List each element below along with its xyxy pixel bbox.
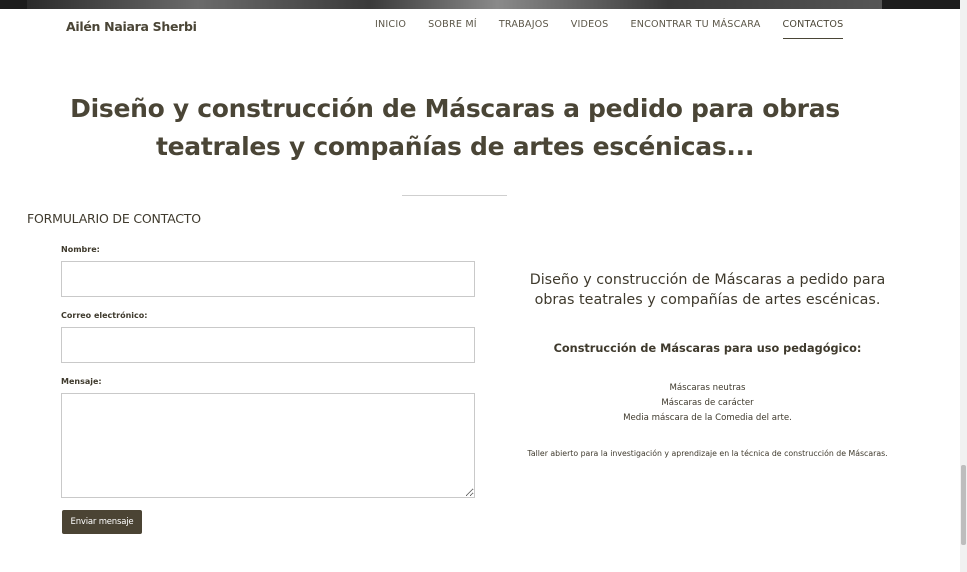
banner-image	[27, 0, 882, 9]
contact-form-heading: FORMULARIO DE CONTACTO	[27, 211, 201, 226]
list-item: Media máscara de la Comedia del arte.	[623, 413, 792, 423]
site-brand[interactable]: Ailén Naiara Sherbi	[66, 19, 197, 34]
page-title-line-1: Diseño y construcción de Máscaras a pedi…	[70, 94, 840, 123]
page-title: Diseño y construcción de Máscaras a pedi…	[40, 90, 870, 166]
scrollbar-thumb[interactable]	[961, 465, 966, 545]
list-item: Máscaras neutras	[669, 383, 746, 393]
nav-contactos[interactable]: CONTACTOS	[782, 19, 844, 39]
message-field[interactable]	[61, 393, 475, 498]
main-nav: INICIO SOBRE MÍ TRABAJOS VIDEOS ENCONTRA…	[375, 19, 844, 39]
side-title-line-1: Diseño y construcción de Máscaras a pedi…	[529, 272, 886, 288]
header-banner-strip	[0, 0, 967, 9]
list-item: Máscaras de carácter	[661, 398, 754, 408]
name-label: Nombre:	[61, 245, 100, 254]
page-title-line-2: teatrales y compañías de artes escénicas…	[155, 132, 755, 161]
page-scrollbar[interactable]	[960, 0, 967, 572]
name-field[interactable]	[61, 261, 475, 297]
banner-edge-left	[0, 0, 27, 9]
email-label: Correo electrónico:	[61, 311, 148, 320]
submit-button[interactable]: Enviar mensaje	[62, 510, 142, 534]
workshop-note: Taller abierto para la investigación y a…	[527, 449, 888, 458]
mask-types-list: Máscaras neutras Máscaras de carácter Me…	[505, 381, 910, 426]
side-title-line-2: obras teatrales y compañías de artes esc…	[534, 292, 881, 308]
side-title: Diseño y construcción de Máscaras a pedi…	[505, 270, 910, 310]
nav-sobre-mi[interactable]: SOBRE MÍ	[428, 19, 477, 39]
nav-encontrar-tu-mascara[interactable]: ENCONTRAR TU MÁSCARA	[630, 19, 760, 39]
title-divider	[402, 195, 507, 196]
nav-videos[interactable]: VIDEOS	[571, 19, 609, 39]
side-subtitle: Construcción de Máscaras para uso pedagó…	[553, 342, 862, 355]
banner-edge-right	[882, 0, 960, 9]
message-label: Mensaje:	[61, 377, 102, 386]
nav-inicio[interactable]: INICIO	[375, 19, 406, 39]
email-field[interactable]	[61, 327, 475, 363]
nav-trabajos[interactable]: TRABAJOS	[499, 19, 549, 39]
